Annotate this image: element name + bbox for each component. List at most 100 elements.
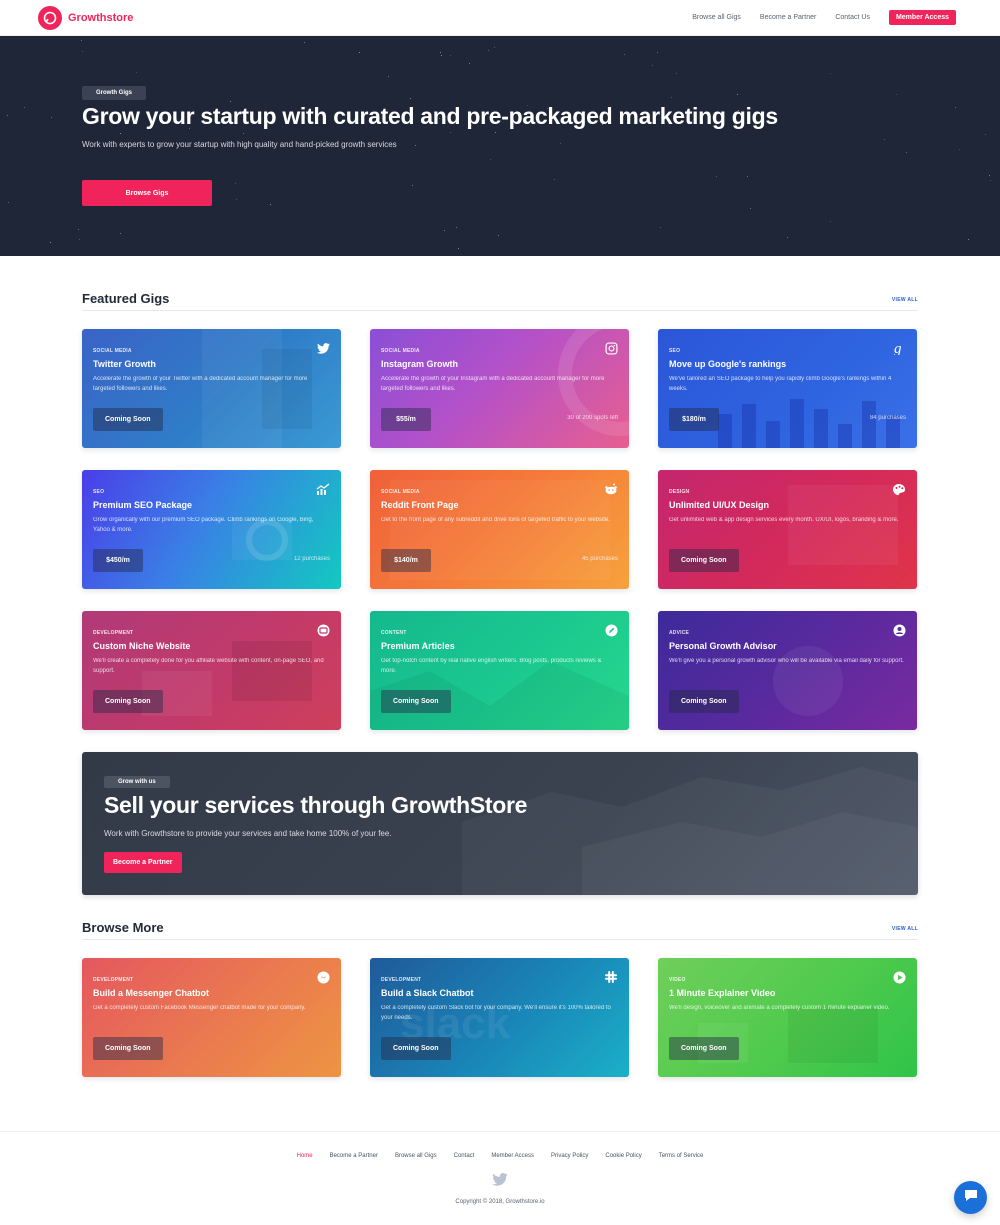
footer-link-contact[interactable]: Contact: [454, 1153, 475, 1159]
hero-star: [830, 73, 831, 74]
footer-link-browse-gigs[interactable]: Browse all Gigs: [395, 1153, 437, 1159]
hero-star: [884, 139, 885, 140]
card-category: CONTENT: [381, 630, 407, 636]
brand-logo[interactable]: Growthstore: [38, 6, 133, 30]
featured-header: Featured Gigs VIEW ALL: [82, 291, 918, 311]
card-description: Accelerate the growth of your Instagram …: [381, 376, 605, 392]
member-access-button[interactable]: Member Access: [888, 10, 956, 25]
gig-card-ui-ux-design[interactable]: DESIGN Unlimited UI/UX Design Get unlimi…: [658, 470, 917, 589]
hero-star: [990, 180, 991, 181]
card-title: Instagram Growth: [381, 359, 459, 369]
card-price-button[interactable]: $140/m: [381, 549, 431, 572]
card-action-button[interactable]: Coming Soon: [93, 1037, 163, 1060]
card-category: SOCIAL MEDIA: [93, 348, 132, 354]
footer-link-become-partner[interactable]: Become a Partner: [330, 1153, 378, 1159]
footer-link-cookie[interactable]: Cookie Policy: [605, 1153, 641, 1159]
gig-card-google[interactable]: g SEO Move up Google's rankings We've ta…: [658, 329, 917, 448]
card-category: SOCIAL MEDIA: [381, 348, 420, 354]
hero-star: [388, 76, 389, 77]
nav-contact-us[interactable]: Contact Us: [835, 14, 870, 21]
card-title: Reddit Front Page: [381, 500, 459, 510]
partner-badge: Grow with us: [104, 776, 170, 788]
card-action-button[interactable]: Coming Soon: [381, 690, 451, 713]
hero-star: [469, 63, 470, 64]
nav-become-partner[interactable]: Become a Partner: [760, 14, 816, 21]
gig-card-twitter[interactable]: SOCIAL MEDIA Twitter Growth Accelerate t…: [82, 329, 341, 448]
hero-star: [498, 235, 499, 236]
hero-star: [415, 145, 416, 146]
hero-star: [410, 98, 411, 99]
card-action-button[interactable]: Coming Soon: [93, 408, 163, 431]
hero-star: [450, 132, 451, 133]
hero-star: [458, 248, 459, 249]
card-category: VIDEO: [669, 977, 686, 983]
hero-star: [24, 107, 25, 108]
partner-subtitle: Work with Growthstore to provide your se…: [104, 829, 392, 838]
svg-text:g: g: [894, 341, 902, 355]
hero-star: [450, 55, 451, 56]
google-icon: g: [892, 341, 906, 355]
hero-star: [488, 50, 489, 51]
chart-up-icon: [316, 482, 330, 496]
chat-widget-button[interactable]: [954, 1181, 987, 1214]
card-action-button[interactable]: Coming Soon: [669, 1037, 739, 1060]
nav-browse-gigs[interactable]: Browse all Gigs: [692, 14, 741, 21]
card-title: Premium SEO Package: [93, 500, 193, 510]
hero-star: [989, 175, 990, 176]
card-category: DEVELOPMENT: [381, 977, 422, 983]
gig-card-growth-advisor[interactable]: ADVICE Personal Growth Advisor We'll giv…: [658, 611, 917, 730]
gig-card-instagram[interactable]: SOCIAL MEDIA Instagram Growth Accelerate…: [370, 329, 629, 448]
featured-title: Featured Gigs: [82, 291, 170, 306]
card-category: DESIGN: [669, 489, 690, 495]
card-price-button[interactable]: $180/m: [669, 408, 719, 431]
hero-star: [652, 65, 653, 66]
hero-star: [136, 72, 137, 73]
card-category: DEVELOPMENT: [93, 977, 134, 983]
hero-star: [304, 42, 305, 43]
footer-link-home[interactable]: Home: [297, 1153, 313, 1159]
gig-card-premium-seo[interactable]: SEO Premium SEO Package Grow organically…: [82, 470, 341, 589]
card-description: Get a completely custom Slack bot for yo…: [381, 1005, 611, 1021]
footer-link-terms[interactable]: Terms of Service: [659, 1153, 704, 1159]
card-description: We'll design, voiceover and animate a co…: [669, 1005, 890, 1011]
card-description: Get a completely custom Facebook Messeng…: [93, 1005, 306, 1011]
gig-card-niche-website[interactable]: DEVELOPMENT Custom Niche Website We'll c…: [82, 611, 341, 730]
featured-view-all-link[interactable]: VIEW ALL: [892, 297, 918, 303]
card-action-button[interactable]: Coming Soon: [93, 690, 163, 713]
user-icon: [892, 623, 906, 637]
card-description: We've tailored an SEO package to help yo…: [669, 376, 892, 392]
browse-gigs-button[interactable]: Browse Gigs: [82, 180, 212, 206]
footer-link-member-access[interactable]: Member Access: [491, 1153, 534, 1159]
gig-card-premium-articles[interactable]: CONTENT Premium Articles Get top-notch c…: [370, 611, 629, 730]
hero-star: [750, 208, 751, 209]
hero-star: [456, 227, 457, 228]
hero-badge: Growth Gigs: [82, 86, 146, 100]
card-description: Accelerate the growth of your Twitter wi…: [93, 376, 308, 392]
hero-star: [51, 117, 52, 118]
become-partner-button[interactable]: Become a Partner: [104, 852, 182, 873]
hero-star: [896, 94, 897, 95]
card-price-button[interactable]: $450/m: [93, 549, 143, 572]
hero-title: Grow your startup with curated and pre-p…: [82, 103, 778, 129]
twitter-icon: [316, 341, 330, 355]
gig-card-messenger-chatbot[interactable]: DEVELOPMENT Build a Messenger Chatbot Ge…: [82, 958, 341, 1077]
card-title: Move up Google's rankings: [669, 359, 787, 369]
card-category: DEVELOPMENT: [93, 630, 134, 636]
gig-card-reddit[interactable]: SOCIAL MEDIA Reddit Front Page Get to th…: [370, 470, 629, 589]
footer-link-privacy[interactable]: Privacy Policy: [551, 1153, 588, 1159]
card-price-button[interactable]: $55/m: [381, 408, 431, 431]
card-category: SOCIAL MEDIA: [381, 489, 420, 495]
gig-card-slack-chatbot[interactable]: slack DEVELOPMENT Build a Slack Chatbot …: [370, 958, 629, 1077]
footer-twitter-icon[interactable]: [492, 1173, 508, 1187]
hero-star: [236, 199, 237, 200]
card-action-button[interactable]: Coming Soon: [381, 1037, 451, 1060]
card-purchases: 12 purchases: [293, 556, 330, 562]
card-action-button[interactable]: Coming Soon: [669, 690, 739, 713]
browse-more-view-all-link[interactable]: VIEW ALL: [892, 926, 918, 932]
gig-card-explainer-video[interactable]: VIDEO 1 Minute Explainer Video We'll des…: [658, 958, 917, 1077]
card-description: We'll give you a personal growth advisor…: [669, 658, 904, 664]
card-action-button[interactable]: Coming Soon: [669, 549, 739, 572]
hero-star: [230, 101, 231, 102]
card-title: Unlimited UI/UX Design: [669, 500, 770, 510]
partner-banner: Grow with us Sell your services through …: [82, 752, 918, 895]
